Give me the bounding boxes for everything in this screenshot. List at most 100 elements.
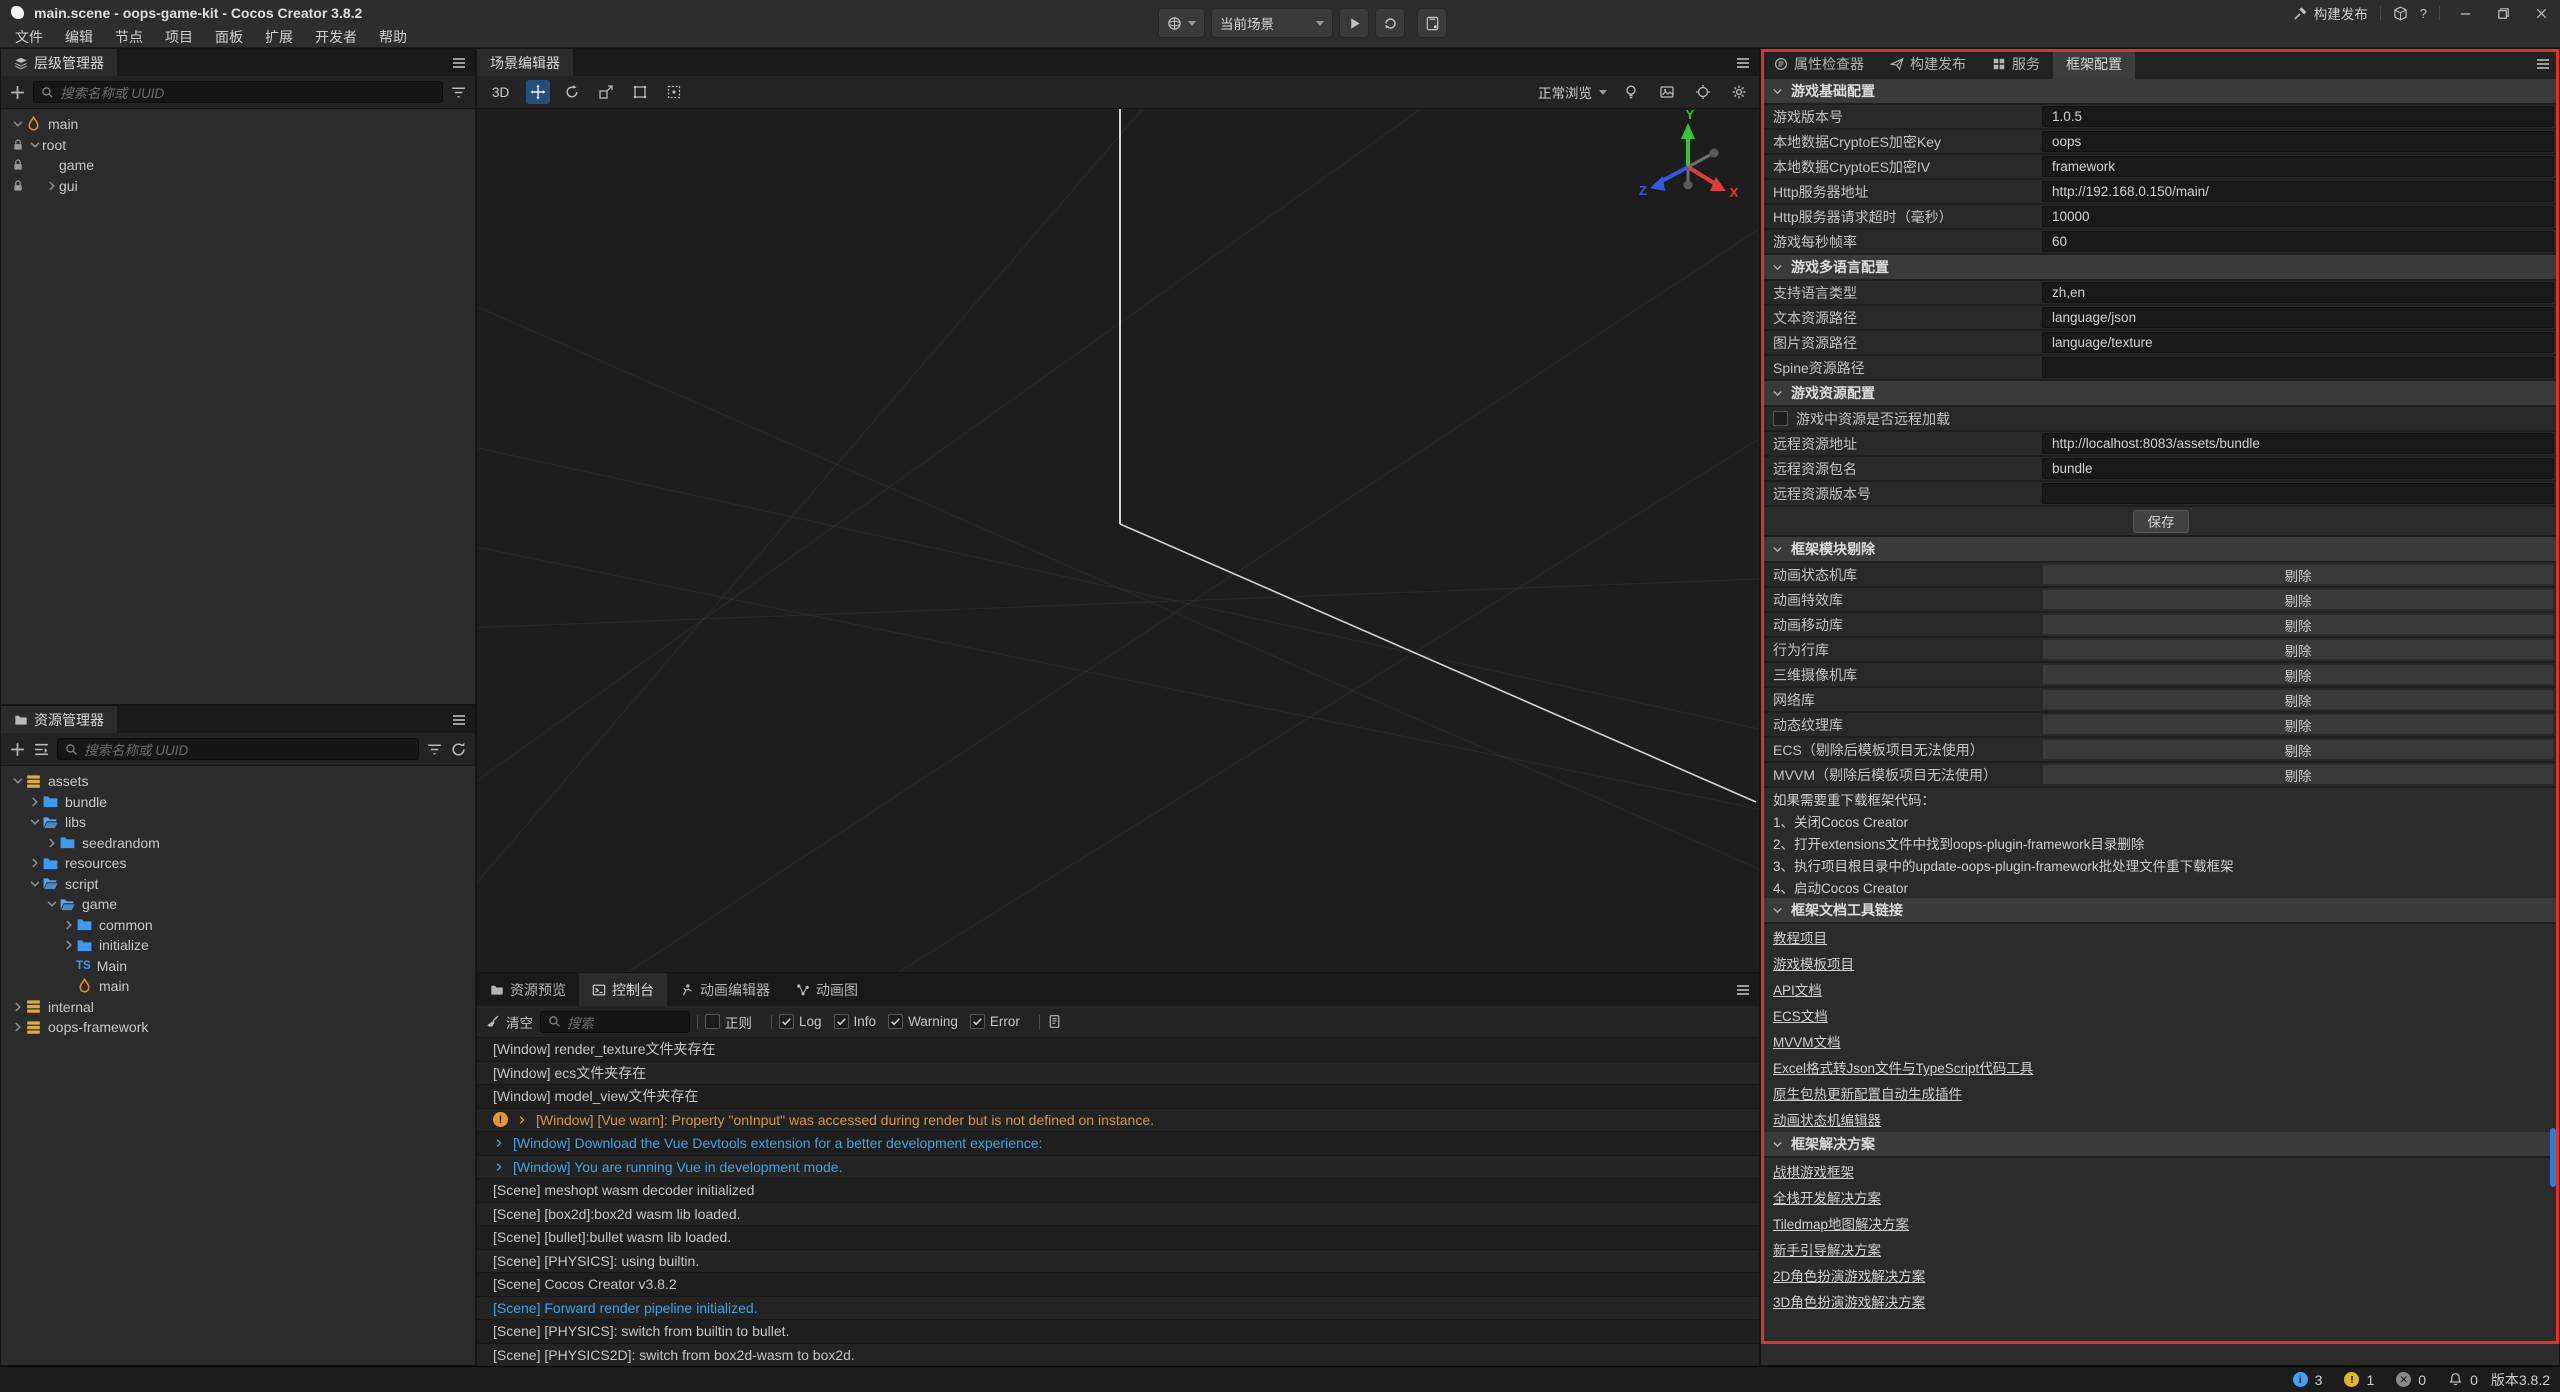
console-log-list[interactable]: [Window] render_texture文件夹存在[Window] ecs… [477, 1038, 1759, 1367]
hierarchy-node-gui[interactable]: gui [1, 176, 475, 197]
asset-node-oops-framework[interactable]: oops-framework [1, 1017, 475, 1038]
chevron-right-icon[interactable] [11, 1000, 25, 1014]
cull-button[interactable]: 剔除 [2042, 614, 2554, 635]
field-input-Http服务器地址[interactable]: http://192.168.0.150/main/ [2042, 181, 2554, 202]
log-row[interactable]: [Window] model_view文件夹存在 [477, 1085, 1759, 1109]
log-row[interactable]: [Scene] Cocos Creator v3.8.2 [477, 1273, 1759, 1297]
clear-console-button[interactable]: 清空 [485, 1012, 533, 1032]
menu-item-5[interactable]: 面板 [204, 26, 254, 48]
field-input-远程资源包名[interactable]: bundle [2042, 458, 2554, 479]
filter-icon[interactable] [426, 741, 443, 758]
tab-控制台[interactable]: 控制台 [579, 973, 667, 1006]
tab-动画图[interactable]: 动画图 [783, 973, 871, 1006]
doc-link[interactable]: Excel格式转Json文件与TypeScript代码工具 [1773, 1057, 2033, 1077]
expand-caret-icon[interactable] [516, 1114, 528, 1126]
tab-服务[interactable]: 服务 [1979, 49, 2053, 79]
render-view-button[interactable] [1655, 80, 1679, 104]
menu-item-1[interactable]: 文件 [4, 26, 54, 48]
chevron-right-icon[interactable] [45, 179, 59, 193]
mode-3d-toggle[interactable]: 3D [485, 83, 516, 102]
section-header[interactable]: 框架文档工具链接 [1761, 898, 2559, 924]
package-icon[interactable] [2393, 6, 2408, 21]
close-button[interactable] [2528, 1, 2554, 25]
doc-link[interactable]: 3D角色扮演游戏解决方案 [1773, 1291, 1925, 1311]
chevron-right-icon[interactable] [62, 938, 76, 952]
move-tool-button[interactable] [526, 80, 550, 104]
log-row[interactable]: [Window] You are running Vue in developm… [477, 1156, 1759, 1180]
assets-search-input[interactable]: 搜索名称或 UUID [57, 738, 419, 760]
chevron-right-icon[interactable] [28, 795, 42, 809]
section-header[interactable]: 框架模块剔除 [1761, 537, 2559, 563]
checkbox[interactable] [1773, 411, 1788, 426]
view-mode-dropdown[interactable]: 正常浏览 [1538, 82, 1607, 102]
asset-node-Main[interactable]: TSMain [1, 956, 475, 977]
error-count-icon[interactable]: ✕ [2396, 1372, 2411, 1387]
cull-button[interactable]: 剔除 [2042, 714, 2554, 735]
log-row[interactable]: ![Window] [Vue warn]: Property "onInput"… [477, 1109, 1759, 1133]
tab-构建发布[interactable]: 构建发布 [1877, 49, 1979, 79]
field-input-游戏版本号[interactable]: 1.0.5 [2042, 106, 2554, 127]
save-button[interactable]: 保存 [2133, 510, 2189, 533]
cull-button[interactable]: 剔除 [2042, 664, 2554, 685]
menu-item-7[interactable]: 开发者 [304, 26, 368, 48]
scene-settings-gear-icon[interactable] [1727, 80, 1751, 104]
chevron-down-icon[interactable] [28, 877, 42, 891]
hierarchy-node-game[interactable]: game [1, 155, 475, 176]
cull-button[interactable]: 剔除 [2042, 564, 2554, 585]
doc-link[interactable]: Tiledmap地图解决方案 [1773, 1213, 1909, 1233]
asset-node-game[interactable]: game [1, 894, 475, 915]
section-header[interactable]: 框架解决方案 [1761, 1132, 2559, 1158]
asset-node-assets[interactable]: assets [1, 771, 475, 792]
doc-link[interactable]: 新手引导解决方案 [1773, 1239, 1881, 1259]
hierarchy-node-root[interactable]: root [1, 135, 475, 156]
doc-link[interactable]: 原生包热更新配置自动生成插件 [1773, 1083, 1962, 1103]
log-row[interactable]: [Window] ecs文件夹存在 [477, 1062, 1759, 1086]
asset-node-main[interactable]: main [1, 976, 475, 997]
scale-tool-button[interactable] [594, 80, 618, 104]
field-input-Spine资源路径[interactable] [2042, 357, 2554, 378]
cull-button[interactable]: 剔除 [2042, 764, 2554, 785]
tab-assets[interactable]: 资源管理器 [1, 706, 117, 733]
minimize-button[interactable] [2452, 1, 2478, 25]
doc-link[interactable]: 2D角色扮演游戏解决方案 [1773, 1265, 1925, 1285]
rect-tool-button[interactable] [628, 80, 652, 104]
panel-menu-icon[interactable] [451, 55, 467, 71]
restart-button[interactable] [1375, 8, 1405, 38]
asset-node-libs[interactable]: libs [1, 812, 475, 833]
maximize-button[interactable] [2490, 1, 2516, 25]
filter-error-checkbox[interactable]: Error [970, 1014, 1020, 1029]
light-toggle-button[interactable] [1619, 80, 1643, 104]
chevron-down-icon[interactable] [28, 815, 42, 829]
regex-checkbox[interactable]: 正则 [705, 1012, 752, 1032]
chevron-right-icon[interactable] [28, 856, 42, 870]
add-asset-button[interactable] [9, 741, 26, 758]
help-button[interactable]: ? [2420, 6, 2427, 21]
field-input-本地数据CryptoES加密IV[interactable]: framework [2042, 156, 2554, 177]
preview-target-dropdown[interactable] [1158, 8, 1205, 38]
gizmo-tool-button[interactable] [662, 80, 686, 104]
log-row[interactable]: [Scene] [bullet]:bullet wasm lib loaded. [477, 1226, 1759, 1250]
doc-link[interactable]: 游戏模板项目 [1773, 953, 1854, 973]
chevron-down-icon[interactable] [11, 774, 25, 788]
menu-item-4[interactable]: 项目 [154, 26, 204, 48]
section-header[interactable]: 游戏资源配置 [1761, 381, 2559, 407]
log-row[interactable]: [Window] render_texture文件夹存在 [477, 1038, 1759, 1062]
log-row[interactable]: [Scene] [PHYSICS]: switch from builtin t… [477, 1320, 1759, 1344]
menu-item-6[interactable]: 扩展 [254, 26, 304, 48]
filter-log-checkbox[interactable]: Log [779, 1014, 822, 1029]
filter-info-checkbox[interactable]: Info [834, 1014, 877, 1029]
asset-node-common[interactable]: common [1, 915, 475, 936]
device-preview-button[interactable] [1417, 8, 1447, 38]
menu-item-2[interactable]: 编辑 [54, 26, 104, 48]
field-input-远程资源地址[interactable]: http://localhost:8083/assets/bundle [2042, 433, 2554, 454]
cull-button[interactable]: 剔除 [2042, 739, 2554, 760]
log-row[interactable]: [Scene] [PHYSICS2D]: switch from box2d-w… [477, 1344, 1759, 1368]
log-row[interactable]: [Window] Download the Vue Devtools exten… [477, 1132, 1759, 1156]
chevron-right-icon[interactable] [11, 1020, 25, 1034]
doc-link[interactable]: API文档 [1773, 979, 1822, 999]
tab-hierarchy[interactable]: 层级管理器 [1, 49, 117, 76]
rotate-tool-button[interactable] [560, 80, 584, 104]
field-input-游戏每秒帧率[interactable]: 60 [2042, 231, 2554, 252]
tab-资源预览[interactable]: 资源预览 [477, 973, 579, 1006]
doc-link[interactable]: 动画状态机编辑器 [1773, 1109, 1881, 1129]
